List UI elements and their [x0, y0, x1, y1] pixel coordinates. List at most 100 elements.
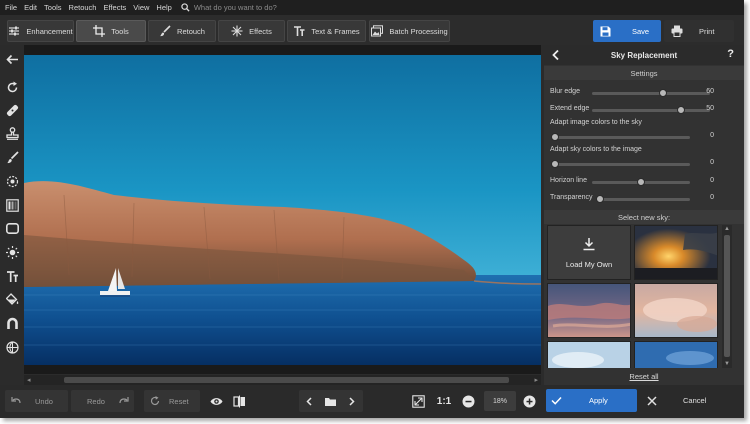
- slider-knob[interactable]: [676, 106, 685, 114]
- menu-retouch[interactable]: Retouch: [69, 3, 97, 12]
- zoom-out-icon: [462, 395, 474, 407]
- brush-tool[interactable]: [4, 149, 20, 165]
- slider-knob[interactable]: [637, 178, 645, 186]
- reset-button[interactable]: Reset: [150, 390, 189, 412]
- actual-size-button[interactable]: 1:1: [433, 390, 455, 412]
- tab-tools-label: Tools: [111, 26, 129, 36]
- tab-batch-processing[interactable]: Batch Processing: [369, 20, 450, 42]
- download-icon: [583, 237, 595, 250]
- magnet-tool[interactable]: [4, 315, 20, 331]
- menu-tools[interactable]: Tools: [44, 3, 62, 12]
- load-my-own-button[interactable]: Load My Own: [547, 225, 631, 280]
- adapt-image-colors-label: Adapt image colors to the sky: [550, 119, 642, 126]
- panel-title: Sky Replacement: [610, 50, 678, 60]
- left-tool-strip: [0, 45, 24, 385]
- globe-icon: [5, 340, 19, 354]
- light-tool[interactable]: [4, 244, 20, 260]
- stamp-tool[interactable]: [4, 125, 20, 141]
- sparkle-icon: [231, 25, 243, 37]
- menu-effects[interactable]: Effects: [103, 3, 126, 12]
- scroll-up-icon[interactable]: ▲: [724, 226, 730, 232]
- tab-retouch[interactable]: Retouch: [148, 20, 216, 42]
- brush-icon: [6, 150, 19, 163]
- print-button[interactable]: Print: [664, 20, 734, 42]
- extend-edge-slider[interactable]: [592, 106, 710, 114]
- blur-edge-label: Blur edge: [550, 88, 580, 95]
- adapt-sky-colors-slider[interactable]: [551, 160, 690, 168]
- panel-header: Sky Replacement ?: [544, 45, 744, 65]
- open-folder-button[interactable]: [320, 390, 340, 412]
- back-arrow-icon: [5, 54, 18, 64]
- reset-all-link[interactable]: Reset all: [544, 372, 744, 381]
- apply-button[interactable]: Apply: [546, 389, 637, 412]
- help-icon[interactable]: ?: [727, 48, 734, 60]
- scroll-left-icon[interactable]: ◂: [27, 376, 31, 384]
- sky-list-scrollbar[interactable]: ▲ ▼: [722, 225, 732, 368]
- save-button-label: Save: [632, 26, 650, 36]
- undo-icon: [11, 397, 21, 404]
- scroll-thumb[interactable]: [64, 377, 509, 383]
- transparency-slider[interactable]: [596, 195, 690, 203]
- sky-thumb-light-blue[interactable]: [547, 341, 631, 368]
- scroll-thumb[interactable]: [724, 235, 730, 357]
- next-image-button[interactable]: [341, 390, 361, 412]
- image-canvas[interactable]: [24, 45, 541, 374]
- select-sky-title: Select new sky:: [544, 210, 744, 224]
- zoom-level-field[interactable]: 18%: [484, 391, 516, 411]
- menu-edit[interactable]: Edit: [24, 3, 37, 12]
- scroll-down-icon[interactable]: ▼: [724, 361, 730, 367]
- redo-label: Redo: [87, 396, 105, 406]
- save-button[interactable]: Save: [593, 20, 661, 42]
- cancel-button[interactable]: Cancel: [640, 389, 738, 412]
- fill-tool[interactable]: [4, 291, 20, 307]
- adapt-image-colors-slider[interactable]: [551, 133, 690, 141]
- slider-knob[interactable]: [596, 195, 604, 203]
- sky-thumbnail-grid: Load My Own: [547, 225, 719, 368]
- tab-effects[interactable]: Effects: [218, 20, 285, 42]
- radial-tool[interactable]: [4, 173, 20, 189]
- zoom-out-button[interactable]: [458, 390, 478, 412]
- chevron-left-icon[interactable]: [551, 49, 561, 61]
- rotate-tool[interactable]: [4, 79, 20, 95]
- menu-help[interactable]: Help: [156, 3, 171, 12]
- canvas-horizontal-scrollbar[interactable]: ◂ ▸: [24, 375, 541, 385]
- gradient-tool[interactable]: [4, 197, 20, 213]
- photo-preview[interactable]: [24, 55, 541, 365]
- sliders-icon: [9, 26, 20, 36]
- previous-image-button[interactable]: [299, 390, 319, 412]
- close-icon: [647, 395, 657, 406]
- slider-knob[interactable]: [551, 133, 559, 141]
- tab-tools[interactable]: Tools: [76, 20, 146, 42]
- tab-enhancement[interactable]: Enhancement: [7, 20, 74, 42]
- preview-toggle[interactable]: [206, 390, 226, 412]
- undo-button[interactable]: Undo: [11, 390, 53, 412]
- menu-file[interactable]: File: [5, 3, 17, 12]
- slider-knob[interactable]: [658, 89, 667, 97]
- menu-search[interactable]: What do you want to do?: [181, 3, 277, 12]
- fit-to-screen-button[interactable]: [408, 390, 428, 412]
- redo-button[interactable]: Redo: [87, 390, 129, 412]
- zoom-in-button[interactable]: [519, 390, 539, 412]
- back-arrow-button[interactable]: [4, 51, 20, 67]
- compare-toggle[interactable]: [229, 390, 249, 412]
- sky-thumb-sunset[interactable]: [634, 225, 718, 280]
- sky-thumb-dusk-clouds[interactable]: [547, 283, 631, 338]
- sky-thumb-deep-blue[interactable]: [634, 341, 718, 368]
- healing-tool[interactable]: [4, 102, 20, 118]
- blur-edge-slider[interactable]: [592, 89, 710, 97]
- chevron-right-icon: [348, 396, 355, 406]
- menu-view[interactable]: View: [133, 3, 149, 12]
- slider-knob[interactable]: [551, 160, 559, 168]
- tab-text-frames-label: Text & Frames: [311, 26, 360, 36]
- horizon-line-slider[interactable]: [592, 178, 690, 186]
- sky-thumb-pink-clouds[interactable]: [634, 283, 718, 338]
- globe-tool[interactable]: [4, 339, 20, 355]
- scroll-right-icon[interactable]: ▸: [534, 376, 538, 384]
- checkmark-icon: [551, 396, 562, 405]
- transparency-value: 0: [710, 194, 714, 201]
- zoom-in-icon: [523, 395, 535, 407]
- folder-icon: [324, 397, 336, 406]
- text-tool[interactable]: [4, 268, 20, 284]
- vignette-tool[interactable]: [4, 220, 20, 236]
- tab-text-frames[interactable]: Text & Frames: [287, 20, 366, 42]
